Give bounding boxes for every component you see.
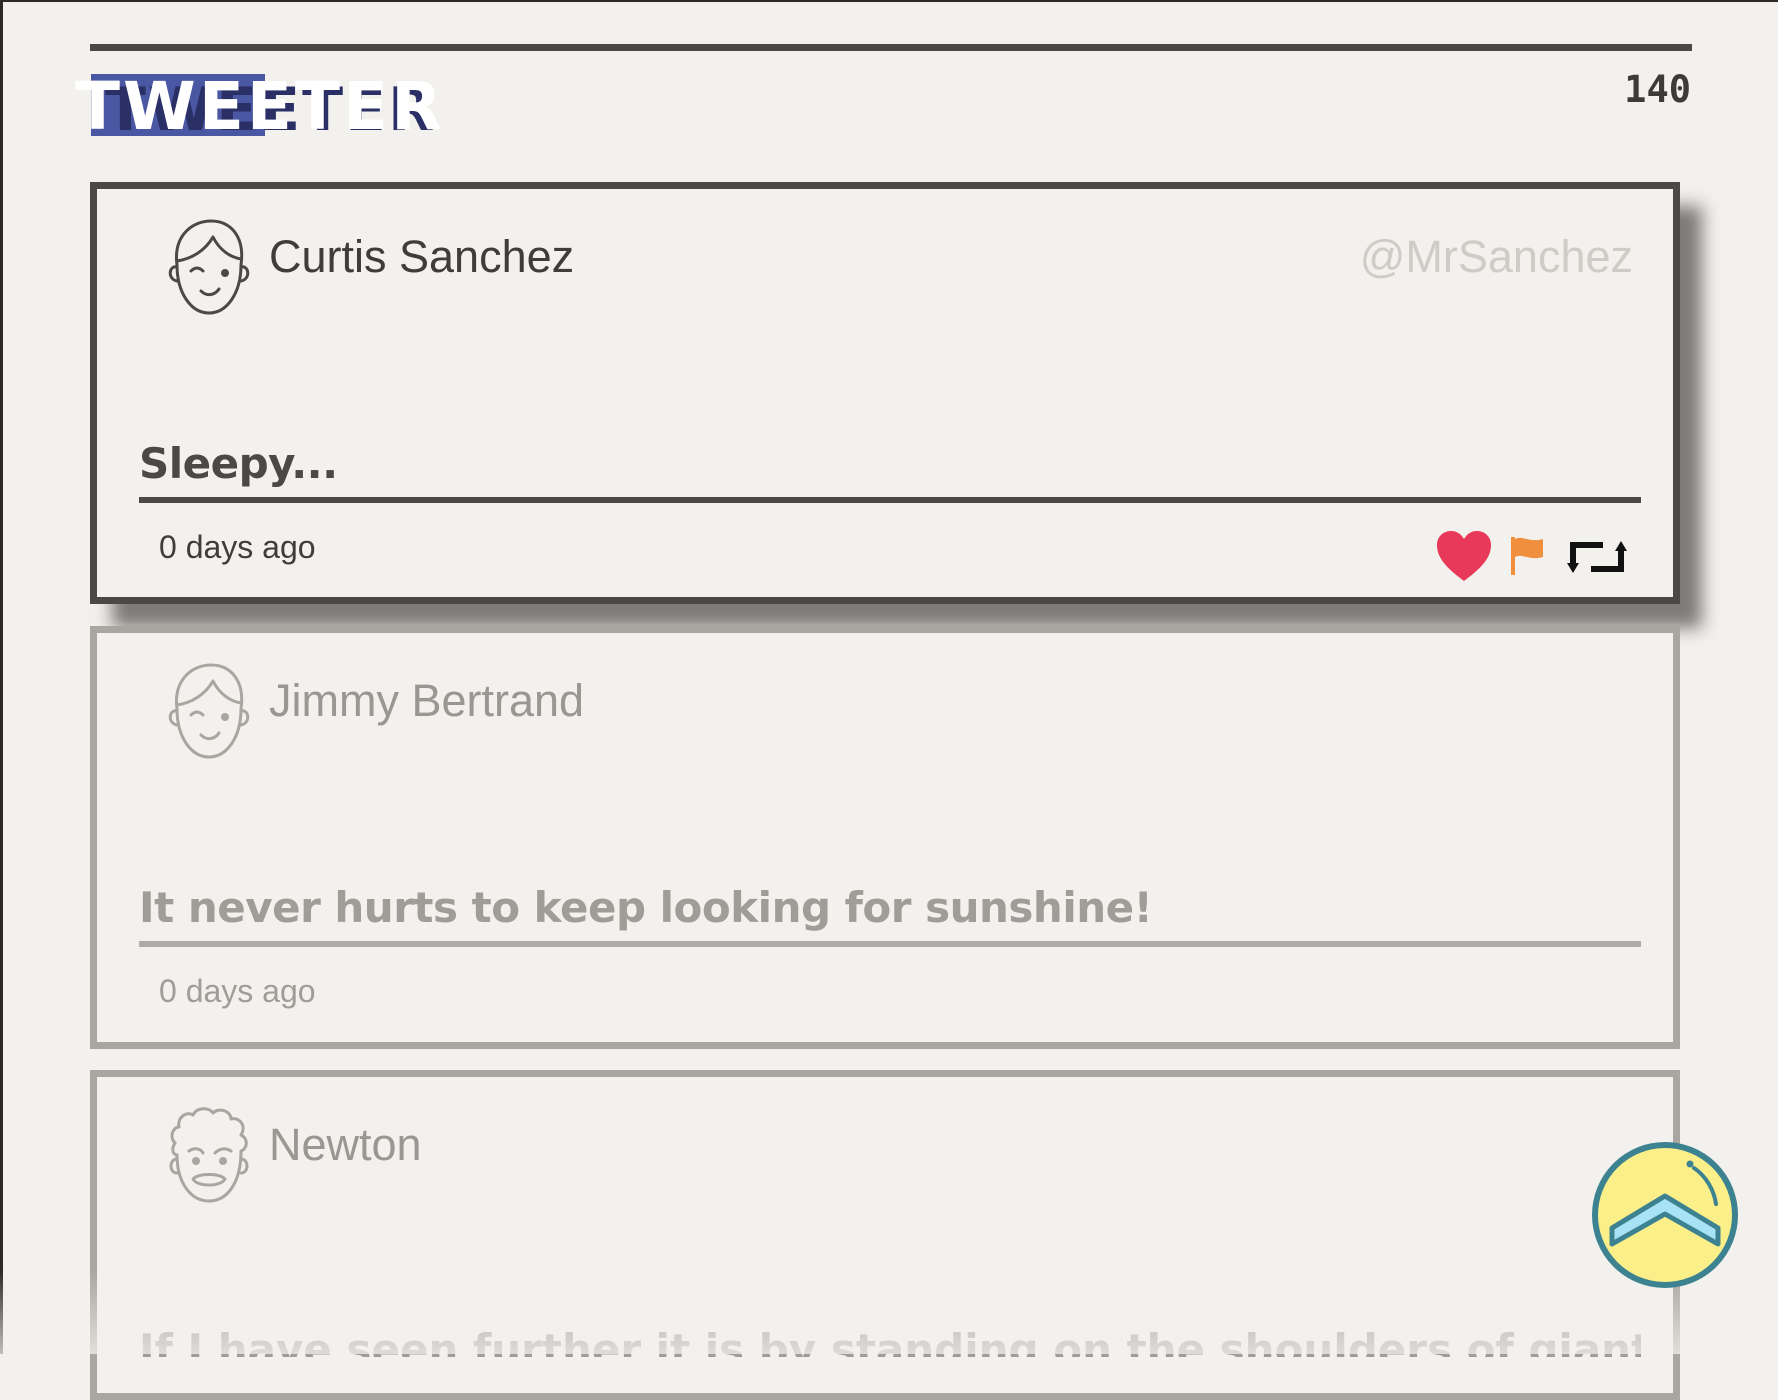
tweet-timestamp: 0 days ago <box>159 973 316 1009</box>
app-logo: TWEETER TWEETER <box>75 70 442 150</box>
retweet-icon[interactable] <box>1567 535 1627 579</box>
tweet-timestamp: 0 days ago <box>159 529 316 565</box>
tweet-card[interactable]: Jimmy Bertrand It never hurts to keep lo… <box>90 626 1680 1049</box>
flag-icon[interactable] <box>1509 535 1545 577</box>
tweet-divider <box>139 497 1641 503</box>
character-counter: 140 <box>1624 68 1691 111</box>
tweet-actions <box>1435 529 1635 589</box>
tweet-text: It never hurts to keep looking for sunsh… <box>139 883 1153 932</box>
logo-text: TWEETER <box>75 68 445 145</box>
window-edge-left <box>0 0 3 1354</box>
curly-hair-face-icon <box>163 1103 253 1207</box>
boy-face-icon <box>163 215 253 319</box>
tweet-text: Sleepy... <box>139 439 338 488</box>
tweet-text: If I have seen further it is by standing… <box>139 1327 1641 1357</box>
like-icon[interactable] <box>1435 529 1493 583</box>
header-rule <box>90 44 1692 51</box>
author-handle[interactable]: @MrSanchez <box>1360 231 1633 283</box>
tweet-divider <box>139 941 1641 947</box>
tweet-card[interactable]: Newton If I have seen further it is by s… <box>90 1070 1680 1400</box>
window-edge-top <box>0 0 1778 2</box>
scroll-to-top-button[interactable] <box>1590 1140 1740 1290</box>
tweet-card[interactable]: Curtis Sanchez @MrSanchez Sleepy... 0 da… <box>90 182 1680 604</box>
author-name: Jimmy Bertrand <box>269 675 585 726</box>
boy-face-icon <box>163 659 253 763</box>
author-name: Curtis Sanchez <box>269 231 575 282</box>
author-name: Newton <box>269 1119 422 1170</box>
tweet-text-clipped: If I have seen further it is by standing… <box>139 1327 1641 1357</box>
chevron-up-icon <box>1592 1142 1738 1288</box>
